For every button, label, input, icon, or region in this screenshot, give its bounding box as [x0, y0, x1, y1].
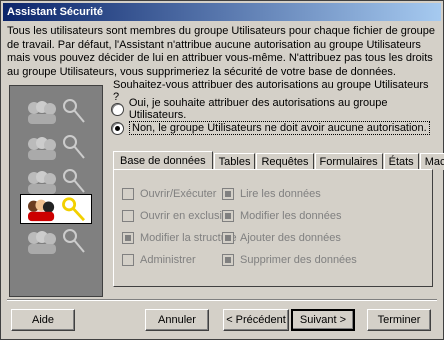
- perm-modify-design[interactable]: Modifier la structure: [122, 232, 237, 244]
- users-group-selected-icon: [20, 194, 92, 224]
- permission-tabs: Base de données Tables Requêtes Formulai…: [113, 151, 444, 170]
- security-wizard-window: Assistant Sécurité Tous les utilisateurs…: [0, 0, 444, 340]
- perm-administer[interactable]: Administrer: [122, 254, 196, 266]
- help-button[interactable]: Aide: [11, 309, 75, 331]
- users-group-icon: [28, 229, 85, 254]
- tab-queries[interactable]: Requêtes: [256, 153, 314, 170]
- checkbox[interactable]: [122, 232, 134, 244]
- checkbox[interactable]: [222, 232, 234, 244]
- finish-button[interactable]: Terminer: [367, 309, 431, 331]
- tab-reports[interactable]: États: [383, 153, 419, 170]
- radio-no[interactable]: Non, le groupe Utilisateurs ne doit avoi…: [111, 119, 430, 137]
- wizard-illustration: [9, 85, 103, 297]
- checkbox[interactable]: [122, 210, 134, 222]
- footer-divider: [7, 299, 437, 301]
- perm-delete-data[interactable]: Supprimer des données: [222, 254, 357, 266]
- tab-panel: Ouvrir/Exécuter Ouvrir en exclusif Modif…: [113, 169, 433, 287]
- radio-button[interactable]: [111, 102, 124, 116]
- users-group-icon: [28, 99, 85, 124]
- cancel-button[interactable]: Annuler: [145, 309, 209, 331]
- tab-macros[interactable]: Macros: [419, 153, 444, 170]
- users-group-icon: [28, 135, 85, 160]
- checkbox[interactable]: [222, 254, 234, 266]
- window-title: Assistant Sécurité: [3, 3, 441, 21]
- checkbox[interactable]: [222, 188, 234, 200]
- radio-no-label: Non, le groupe Utilisateurs ne doit avoi…: [129, 121, 430, 135]
- perm-read-data[interactable]: Lire les données: [222, 188, 321, 200]
- checkbox[interactable]: [122, 254, 134, 266]
- perm-insert-data[interactable]: Ajouter des données: [222, 232, 341, 244]
- perm-open-run[interactable]: Ouvrir/Exécuter: [122, 188, 216, 200]
- back-button[interactable]: < Précédent: [223, 309, 289, 331]
- next-button[interactable]: Suivant >: [291, 309, 355, 331]
- tab-tables[interactable]: Tables: [213, 153, 256, 170]
- users-group-icon: [28, 169, 85, 194]
- intro-text: Tous les utilisateurs sont membres du gr…: [7, 25, 436, 78]
- perm-open-exclusive[interactable]: Ouvrir en exclusif: [122, 210, 225, 222]
- radio-button[interactable]: [111, 121, 124, 135]
- perm-update-data[interactable]: Modifier les données: [222, 210, 342, 222]
- radio-yes-label: Oui, je souhaite attribuer des autorisat…: [128, 97, 388, 121]
- checkbox[interactable]: [122, 188, 134, 200]
- radio-yes[interactable]: Oui, je souhaite attribuer des autorisat…: [111, 97, 443, 121]
- tab-database[interactable]: Base de données: [113, 151, 213, 170]
- tab-forms[interactable]: Formulaires: [314, 153, 383, 170]
- checkbox[interactable]: [222, 210, 234, 222]
